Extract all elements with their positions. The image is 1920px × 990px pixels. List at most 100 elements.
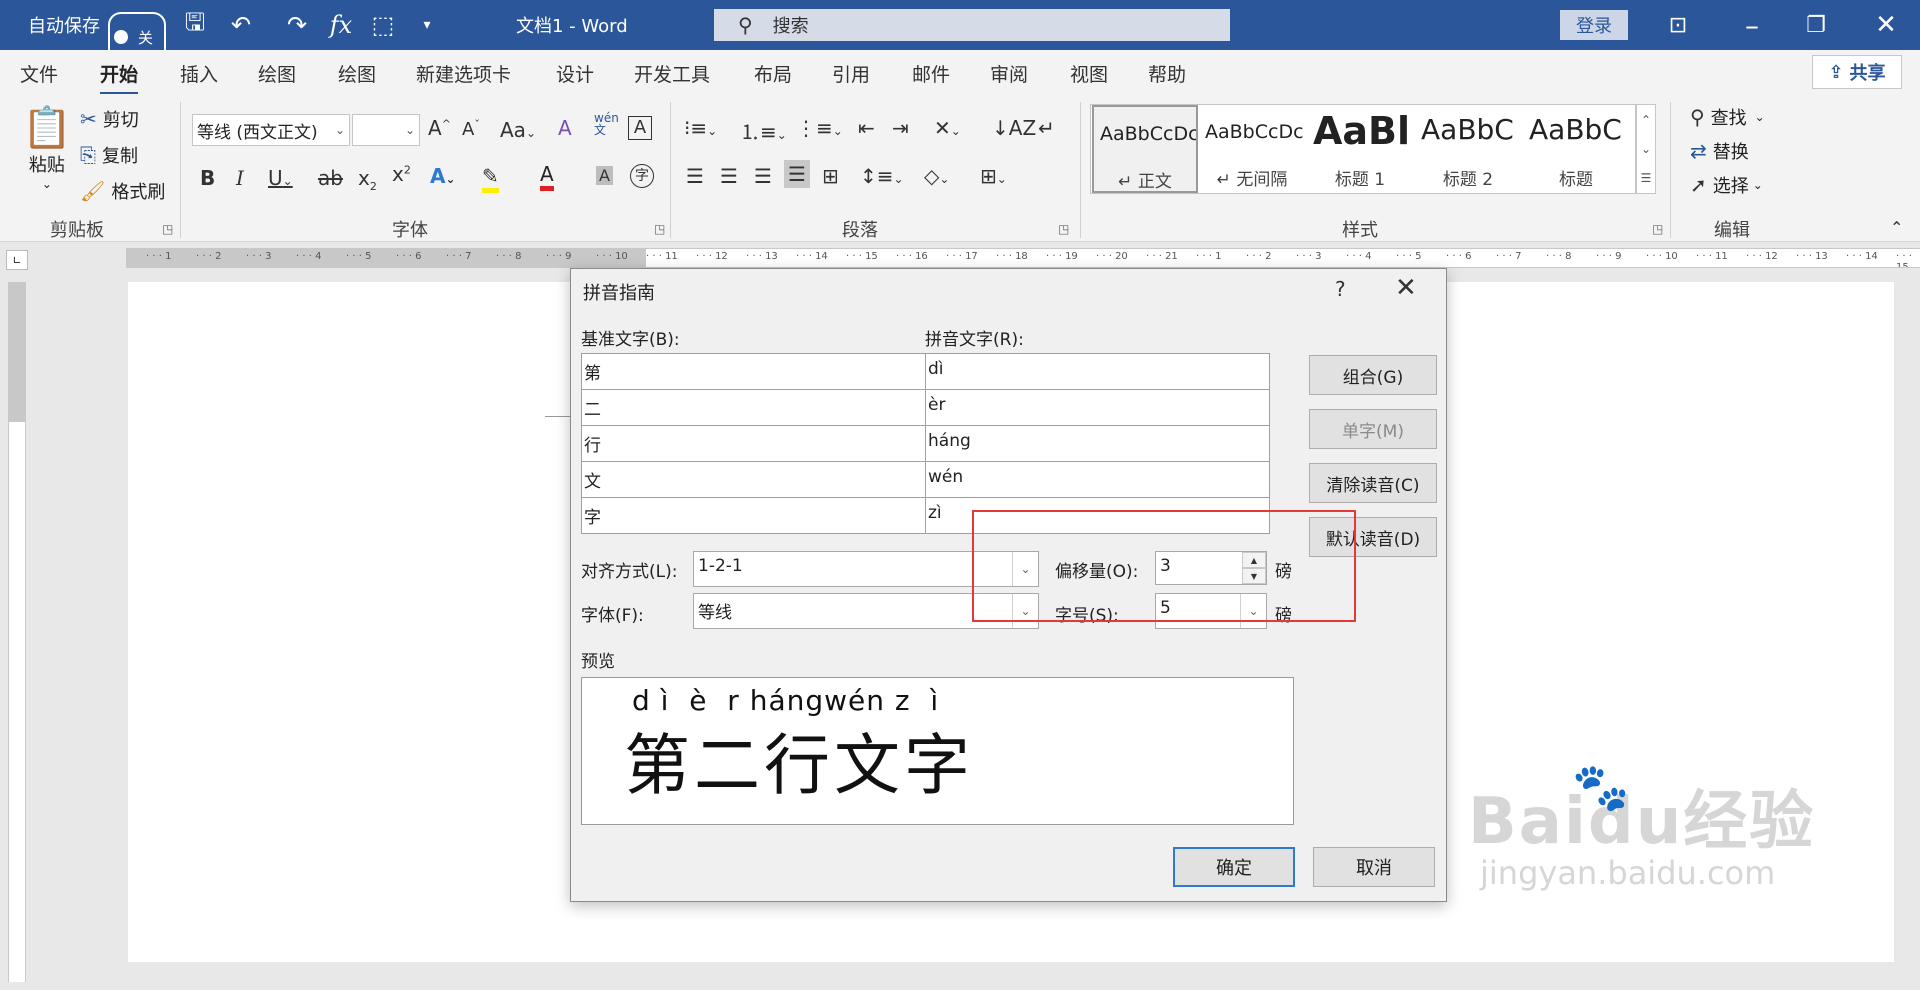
decrease-indent-icon[interactable]: ⇤ [858,116,875,140]
tab-help[interactable]: 帮助 [1148,60,1186,87]
ruby-text-field[interactable]: wén [925,461,1270,498]
italic-icon[interactable]: I [236,166,244,190]
increase-indent-icon[interactable]: ⇥ [892,116,909,140]
tab-insert[interactable]: 插入 [180,60,218,87]
base-text-field[interactable]: 二 [581,389,926,426]
collapse-ribbon-icon[interactable]: ⌃ [1890,218,1903,237]
tab-draw-2[interactable]: 绘图 [338,60,376,87]
bold-icon[interactable]: B [200,166,215,190]
style-heading-1[interactable]: AaBl 标题 1 [1307,105,1413,193]
search-box[interactable]: ⚲ 搜索 [714,9,1230,41]
styles-scroll[interactable]: ⌃ ⌄ ☰ [1636,104,1656,194]
touch-mode-icon[interactable]: ⬚ [366,0,400,50]
font-size-combo[interactable]: ⌄ [352,114,420,146]
ok-button[interactable]: 确定 [1173,847,1295,887]
change-case-icon[interactable]: Aa⌄ [500,118,536,142]
cancel-button[interactable]: 取消 [1313,847,1435,887]
borders-icon[interactable]: ⊞⌄ [980,164,1007,188]
login-button[interactable]: 登录 [1560,10,1628,40]
subscript-icon[interactable]: x2 [358,166,377,193]
superscript-icon[interactable]: x2 [392,162,411,186]
find-button[interactable]: ⚲ 查找 ⌄ [1690,104,1765,130]
help-icon[interactable]: ? [1335,277,1346,301]
function-icon[interactable]: fx [324,0,358,50]
tab-design[interactable]: 设计 [556,60,594,87]
clipboard-launcher-icon[interactable]: ◳ [162,222,173,236]
bullets-icon[interactable]: ⁝≡⌄ [684,116,717,140]
tab-mailings[interactable]: 邮件 [912,60,950,87]
style-normal[interactable]: AaBbCcDc ↵ 正文 [1092,105,1198,193]
chinese-layout-icon[interactable]: ✕⌄ [934,116,961,140]
base-text-field[interactable]: 第 [581,353,926,390]
text-effects-icon[interactable]: A⌄ [430,164,456,188]
multilevel-list-icon[interactable]: ⋮≡⌄ [796,116,843,140]
align-left-icon[interactable]: ☰ [686,164,704,188]
save-icon[interactable]: 🖫 [178,0,212,50]
align-center-icon[interactable]: ☰ [720,164,738,188]
tab-layout[interactable]: 布局 [754,60,792,87]
tab-view[interactable]: 视图 [1070,60,1108,87]
strikethrough-icon[interactable]: ab [318,166,343,190]
sort-icon[interactable]: ↓AZ [992,116,1036,140]
ruby-text-field[interactable]: dì [925,353,1270,390]
style-heading-2[interactable]: AaBbC 标题 2 [1415,105,1521,193]
paragraph-launcher-icon[interactable]: ◳ [1058,222,1069,236]
line-spacing-icon[interactable]: ↕≡⌄ [860,164,904,188]
close-icon[interactable]: ✕ [1856,0,1916,50]
justify-icon[interactable]: ☰ [784,160,810,188]
more-styles-icon[interactable]: ☰ [1641,171,1652,185]
tab-review[interactable]: 审阅 [990,60,1028,87]
ribbon-display-icon[interactable]: ⊡ [1648,0,1708,50]
shading-icon[interactable]: ◇⌄ [924,164,949,188]
character-border-icon[interactable]: A [628,116,652,140]
clear-formatting-icon[interactable]: A [558,116,572,140]
distributed-icon[interactable]: ⊞ [822,164,839,188]
shrink-font-icon[interactable]: Aˇ [462,118,480,140]
chevron-up-icon[interactable]: ⌃ [1641,113,1651,127]
highlight-color-icon[interactable]: ✎ [482,164,499,193]
cut-button[interactable]: ✂ 剪切 [80,106,139,132]
customize-qat-icon[interactable]: ▾ [410,0,444,50]
format-painter-button[interactable]: 🖌 格式刷 [80,178,165,204]
base-text-field[interactable]: 字 [581,497,926,534]
paste-button[interactable]: 📋 粘贴 ⌄ [22,104,72,191]
clear-reading-button[interactable]: 清除读音(C) [1309,463,1437,503]
group-button[interactable]: 组合(G) [1309,355,1437,395]
copy-button[interactable]: ⎘ 复制 [80,142,138,168]
restore-icon[interactable]: ❐ [1786,0,1846,50]
chevron-down-icon[interactable]: ⌄ [1641,142,1651,156]
numbering-icon[interactable]: ⒈≡⌄ [740,116,787,145]
vertical-ruler[interactable] [8,282,26,982]
tab-file[interactable]: 文件 [20,60,58,87]
base-text-field[interactable]: 行 [581,425,926,462]
replace-button[interactable]: ⇄ 替换 [1690,138,1749,164]
tab-draw[interactable]: 绘图 [258,60,296,87]
ruby-text-field[interactable]: èr [925,389,1270,426]
minimize-icon[interactable]: – [1722,0,1782,50]
tab-developer[interactable]: 开发工具 [634,60,710,87]
tab-selector-icon[interactable]: ∟ [6,250,28,270]
base-text-field[interactable]: 文 [581,461,926,498]
style-no-spacing[interactable]: AaBbCcDc ↵ 无间隔 [1199,105,1305,193]
font-name-combo[interactable]: 等线 (西文正文) ⌄ [192,114,350,146]
redo-icon[interactable]: ↷ [280,0,314,50]
show-marks-icon[interactable]: ↵ [1038,116,1055,140]
mono-button[interactable]: 单字(M) [1309,409,1437,449]
phonetic-guide-icon[interactable]: wén 文 [594,112,619,136]
select-button[interactable]: ➚ 选择 ⌄ [1690,172,1763,198]
style-title[interactable]: AaBbC 标题 [1523,105,1629,193]
ruby-text-field[interactable]: háng [925,425,1270,462]
underline-icon[interactable]: U⌄ [268,166,293,190]
font-color-icon[interactable]: A [540,162,554,191]
font-launcher-icon[interactable]: ◳ [654,222,665,236]
align-right-icon[interactable]: ☰ [754,164,772,188]
character-shading-icon[interactable]: A [596,166,613,185]
enclose-characters-icon[interactable]: 字 [630,164,654,188]
grow-font-icon[interactable]: A^ [428,116,451,140]
tab-home[interactable]: 开始 [100,60,139,95]
tab-new-tab[interactable]: 新建选项卡 [416,60,511,87]
share-button[interactable]: ⇪ 共享 [1812,55,1902,89]
close-icon[interactable]: ✕ [1395,273,1417,303]
undo-icon[interactable]: ↶ [224,0,258,50]
styles-launcher-icon[interactable]: ◳ [1652,222,1663,236]
